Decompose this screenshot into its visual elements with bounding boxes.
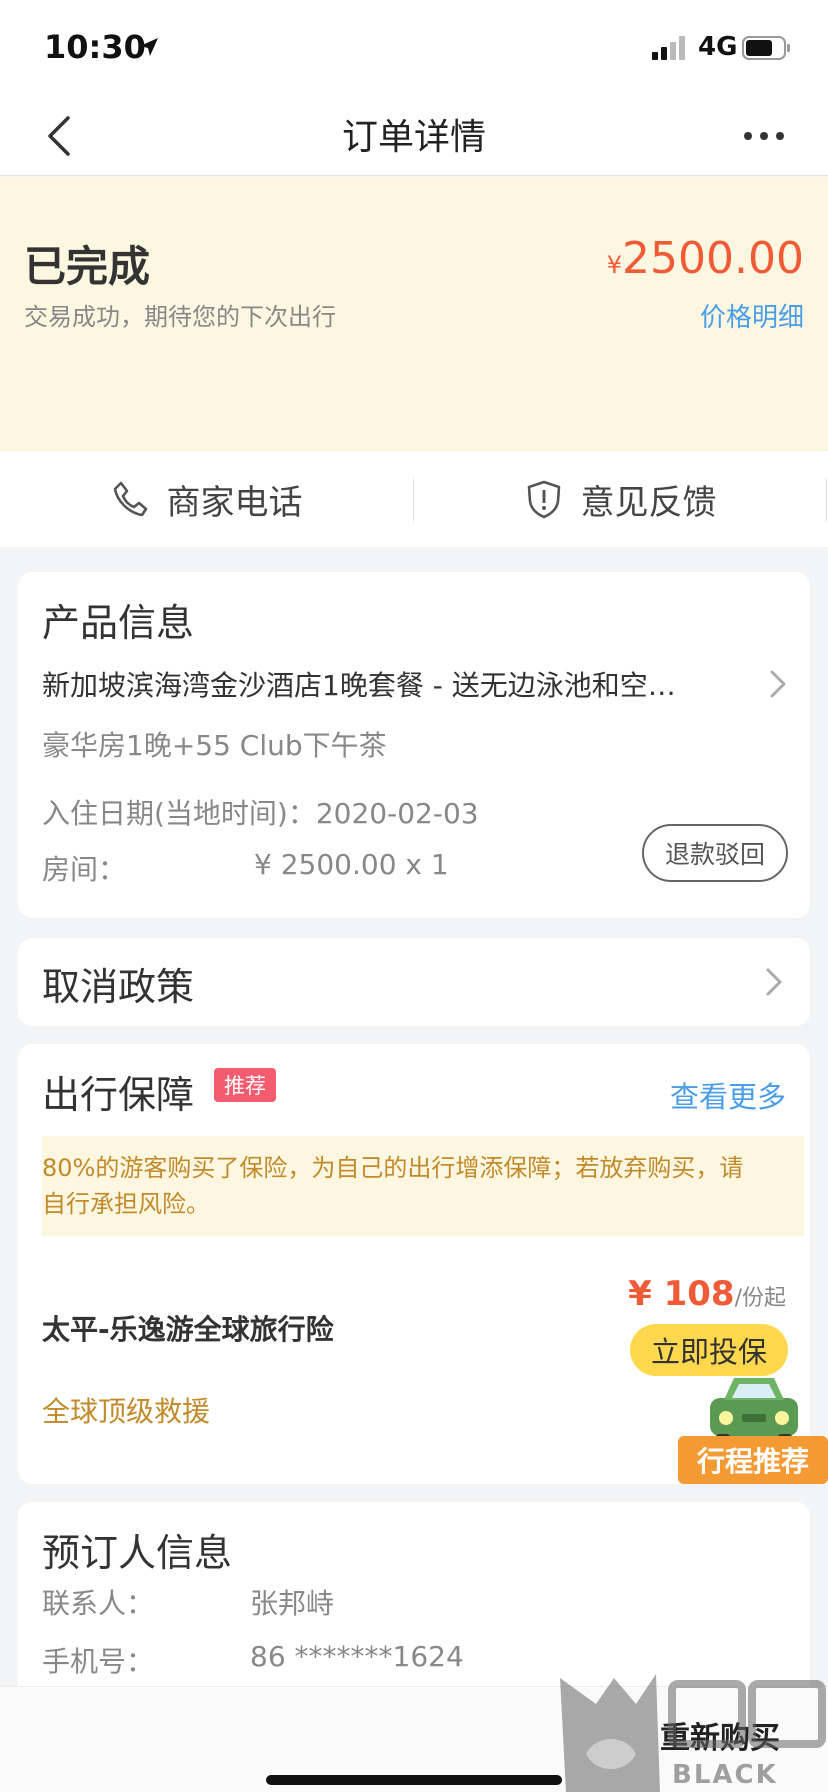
phone-value: 86 *******1624 — [250, 1640, 464, 1673]
room-type: 豪华房1晚+55 Club下午茶 — [42, 729, 387, 762]
product-name-link[interactable]: 新加坡滨海湾金沙酒店1晚套餐 - 送无边泳池和空… — [42, 664, 742, 704]
booker-info-title: 预订人信息 — [42, 1531, 233, 1575]
insurance-notice: 80%的游客购买了保险，为自己的出行增添保障；若放弃购买，请 自行承担风险。 — [42, 1136, 804, 1236]
travel-insurance-title: 出行保障 — [42, 1073, 195, 1117]
contact-name: 张邦峙 — [250, 1587, 335, 1620]
insurance-product-name: 太平-乐逸游全球旅行险 — [42, 1313, 334, 1346]
battery-icon — [742, 36, 790, 60]
insurance-feature: 全球顶级救援 — [42, 1395, 211, 1428]
contact-bar: 商家电话 意见反馈 — [0, 451, 828, 547]
nav-bar: 订单详情 — [0, 96, 828, 176]
room-price: ¥ 2500.00 x 1 — [254, 848, 449, 881]
status-time: 10:30 — [44, 28, 146, 66]
insurance-price: ¥ 108/份起 — [628, 1274, 786, 1314]
divider — [826, 479, 827, 521]
merchant-phone-label: 商家电话 — [166, 482, 303, 523]
product-info-title: 产品信息 — [42, 601, 195, 645]
trip-recommend-widget[interactable]: 行程推荐 — [676, 1372, 828, 1494]
cancel-policy-card[interactable]: 取消政策 — [18, 938, 810, 1026]
recommend-badge: 推荐 — [214, 1068, 276, 1102]
merchant-phone-button[interactable]: 商家电话 — [0, 451, 413, 547]
cancel-policy-title: 取消政策 — [42, 965, 195, 1009]
room-label: 房间： — [42, 853, 127, 886]
order-amount: 2500.00 — [622, 233, 804, 284]
order-status-subtitle: 交易成功，期待您的下次出行 — [24, 303, 336, 331]
phone-label: 手机号： — [42, 1645, 155, 1678]
signal-icon — [652, 36, 685, 60]
network-label: 4G — [698, 32, 738, 62]
page-title: 订单详情 — [341, 117, 486, 158]
insurance-price-unit: /份起 — [734, 1286, 786, 1311]
view-more-link[interactable]: 查看更多 — [670, 1074, 786, 1116]
buy-insurance-button[interactable]: 立即投保 — [630, 1324, 788, 1376]
order-total: ¥2500.00 — [607, 233, 804, 284]
product-info-card: 产品信息 新加坡滨海湾金沙酒店1晚套餐 - 送无边泳池和空… 豪华房1晚+55 … — [18, 572, 810, 918]
chevron-right-icon[interactable] — [768, 668, 788, 700]
refund-rejected-button[interactable]: 退款驳回 — [642, 824, 788, 882]
order-status-banner: 已完成 交易成功，期待您的下次出行 ¥2500.00 价格明细 — [0, 177, 828, 451]
insurance-notice-line: 80%的游客购买了保险，为自己的出行增添保障；若放弃购买，请 — [42, 1154, 744, 1182]
home-indicator[interactable] — [266, 1775, 562, 1785]
feedback-label: 意见反馈 — [580, 482, 717, 523]
watermark: BLACK CAT — [556, 1674, 828, 1792]
phone-icon — [113, 481, 147, 517]
location-arrow-icon — [140, 38, 158, 56]
more-icon[interactable] — [742, 126, 786, 146]
order-status: 已完成 — [24, 242, 151, 291]
contact-label: 联系人： — [42, 1587, 155, 1620]
feedback-button[interactable]: 意见反馈 — [414, 451, 827, 547]
trip-recommend-label: 行程推荐 — [678, 1436, 828, 1484]
price-detail-link[interactable]: 价格明细 — [700, 297, 804, 334]
chevron-right-icon[interactable] — [764, 966, 784, 998]
insurance-notice-line: 自行承担风险。 — [42, 1190, 210, 1218]
shield-icon — [527, 480, 560, 519]
currency-symbol: ¥ — [606, 251, 623, 279]
booker-info-card: 预订人信息 联系人： 张邦峙 手机号： 86 *******1624 — [18, 1502, 810, 1702]
status-bar: 10:30 4G — [0, 0, 828, 96]
insurance-price-value: ¥ 108 — [628, 1274, 735, 1314]
watermark-text: BLACK CAT — [672, 1760, 778, 1792]
checkin-date: 入住日期(当地时间)：2020-02-03 — [42, 797, 479, 830]
